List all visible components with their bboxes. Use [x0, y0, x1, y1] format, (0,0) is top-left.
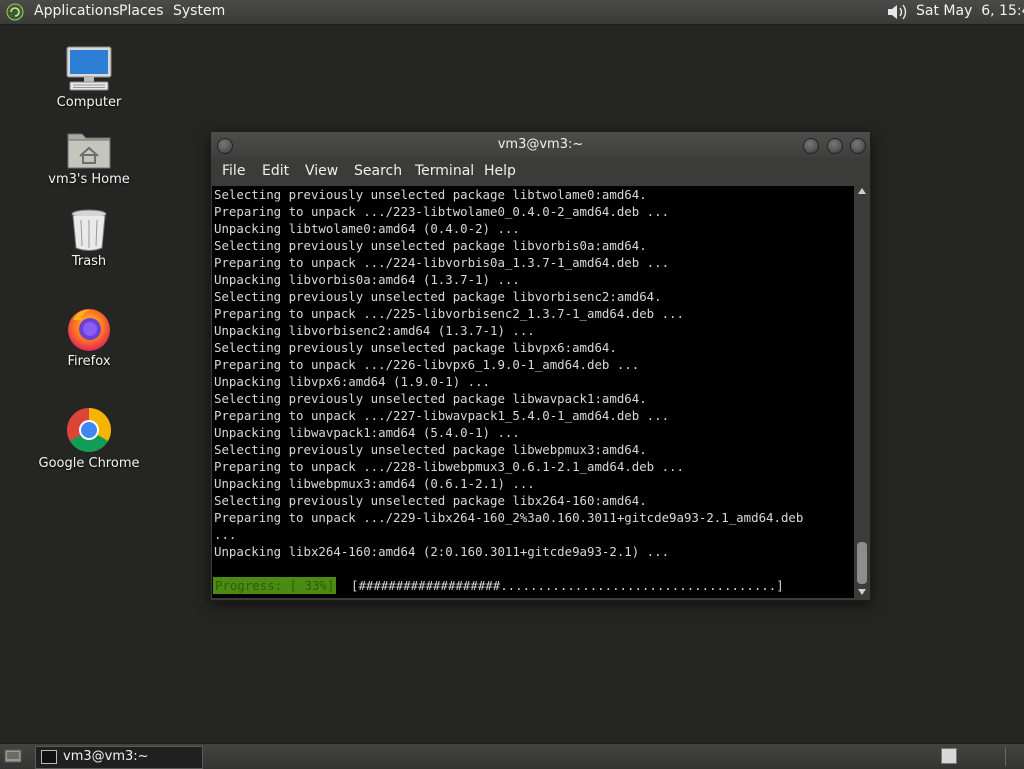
scroll-down-icon[interactable]	[858, 589, 866, 595]
desktop-icon-computer[interactable]: Computer	[34, 45, 144, 111]
menu-file[interactable]: File	[222, 163, 245, 179]
terminal-line: Selecting previously unselected package …	[214, 289, 662, 304]
terminal-scrollbar[interactable]	[855, 186, 869, 598]
terminal-line: Preparing to unpack .../225-libvorbisenc…	[214, 306, 684, 321]
terminal-line: Unpacking libvorbisenc2:amd64 (1.3.7-1) …	[214, 323, 535, 338]
terminal-line: Unpacking libx264-160:amd64 (2:0.160.301…	[214, 544, 670, 559]
terminal-line: Preparing to unpack .../228-libwebpmux3_…	[214, 459, 684, 474]
menu-applications[interactable]: Applications	[34, 3, 120, 19]
desktop-icon-label: Trash	[71, 254, 107, 269]
terminal-icon	[41, 750, 57, 764]
desktop-icon-home[interactable]: vm3's Home	[34, 128, 144, 188]
panel-separator	[1005, 747, 1006, 766]
terminal-line: Preparing to unpack .../229-libx264-160_…	[214, 510, 804, 525]
window-title: vm3@vm3:~	[497, 137, 584, 152]
menu-help[interactable]: Help	[484, 163, 516, 179]
chrome-icon	[67, 408, 111, 452]
volume-icon[interactable]	[885, 2, 909, 22]
scrollbar-thumb[interactable]	[857, 542, 867, 584]
progress-label: Progress: [ 33%]	[213, 577, 337, 594]
scroll-up-icon[interactable]	[858, 188, 866, 194]
bottom-panel: vm3@vm3:~	[0, 743, 1024, 769]
window-titlebar[interactable]: vm3@vm3:~	[211, 132, 870, 158]
menu-edit[interactable]: Edit	[262, 163, 289, 179]
terminal-line: Preparing to unpack .../223-libtwolame0_…	[214, 204, 670, 219]
minimize-button[interactable]	[803, 138, 819, 154]
terminal-menubar: File Edit View Search Terminal Help	[211, 158, 870, 186]
show-desktop-icon[interactable]	[4, 748, 22, 764]
terminal-output[interactable]: Selecting previously unselected package …	[212, 186, 854, 598]
computer-icon	[66, 46, 112, 91]
progress-bar: [###################....................…	[351, 578, 784, 593]
window-menu-icon[interactable]	[217, 138, 233, 154]
desktop-icon-firefox[interactable]: Firefox	[34, 306, 144, 370]
terminal-line: Selecting previously unselected package …	[214, 238, 647, 253]
terminal-line: Selecting previously unselected package …	[214, 340, 617, 355]
menu-terminal[interactable]: Terminal	[415, 163, 474, 179]
taskbar-button-label: vm3@vm3:~	[63, 749, 149, 764]
menu-search[interactable]: Search	[354, 163, 402, 179]
desktop-icon-chrome[interactable]: Google Chrome	[34, 406, 144, 472]
distro-logo-icon[interactable]	[6, 3, 24, 21]
terminal-line: Unpacking libvorbis0a:amd64 (1.3.7-1) ..…	[214, 272, 520, 287]
workspace-switcher-icon[interactable]	[941, 748, 957, 764]
menu-view[interactable]: View	[305, 163, 338, 179]
top-panel: Applications Places System Sat May 6, 15…	[0, 0, 1024, 25]
home-folder-icon	[67, 133, 111, 169]
taskbar-button-terminal[interactable]: vm3@vm3:~	[35, 746, 203, 769]
terminal-line: Preparing to unpack .../226-libvpx6_1.9.…	[214, 357, 640, 372]
maximize-button[interactable]	[827, 138, 843, 154]
menu-system[interactable]: System	[173, 3, 225, 19]
terminal-line: Unpacking libwavpack1:amd64 (5.4.0-1) ..…	[214, 425, 520, 440]
terminal-line: Preparing to unpack .../227-libwavpack1_…	[214, 408, 670, 423]
terminal-line: Unpacking libwebpmux3:amd64 (0.6.1-2.1) …	[214, 476, 535, 491]
terminal-line: Selecting previously unselected package …	[214, 187, 647, 202]
desktop-icon-label: vm3's Home	[48, 172, 130, 187]
terminal-line: Unpacking libvpx6:amd64 (1.9.0-1) ...	[214, 374, 491, 389]
desktop-icon-label: Google Chrome	[38, 456, 140, 471]
terminal-line: Selecting previously unselected package …	[214, 442, 647, 457]
desktop-icon-label: Computer	[56, 95, 122, 110]
close-button[interactable]	[850, 138, 866, 154]
terminal-window[interactable]: vm3@vm3:~ File Edit View Search Terminal…	[210, 131, 871, 601]
terminal-line: ...	[214, 527, 237, 542]
menu-places[interactable]: Places	[119, 3, 164, 19]
terminal-line: Selecting previously unselected package …	[214, 493, 647, 508]
desktop-icon-label: Firefox	[67, 354, 111, 369]
trash-icon	[71, 209, 107, 251]
terminal-line: Selecting previously unselected package …	[214, 391, 647, 406]
clock[interactable]: Sat May 6, 15:41	[916, 3, 1024, 19]
firefox-icon	[68, 309, 110, 351]
terminal-line: Unpacking libtwolame0:amd64 (0.4.0-2) ..…	[214, 221, 520, 236]
terminal-line: Preparing to unpack .../224-libvorbis0a_…	[214, 255, 670, 270]
desktop-icon-trash[interactable]: Trash	[34, 208, 144, 270]
